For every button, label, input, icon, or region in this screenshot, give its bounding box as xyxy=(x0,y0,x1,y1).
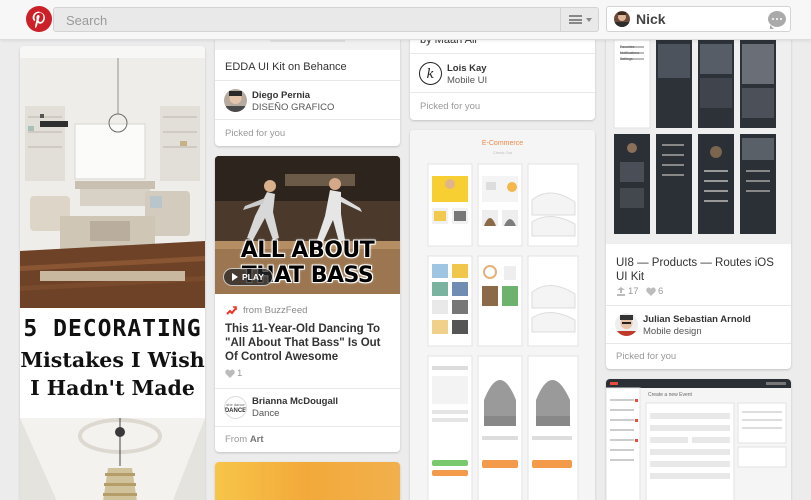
top-header: Nick xyxy=(0,0,811,40)
footer-prefix: From xyxy=(225,434,248,445)
pin-footer: Picked for you xyxy=(616,351,677,362)
pin-headline: 5 DECORATING Mistakes I Wish I Hadn't Ma… xyxy=(20,308,205,418)
search-bar xyxy=(53,7,599,32)
avatar[interactable]: she dance DANCE xyxy=(224,396,247,419)
like-count: 1 xyxy=(237,368,243,379)
pinterest-logo-icon[interactable] xyxy=(26,6,52,32)
repin-icon[interactable] xyxy=(616,287,626,296)
pin-image-bottom xyxy=(20,418,205,500)
avatar[interactable] xyxy=(224,89,247,112)
divider xyxy=(215,388,400,389)
board-name[interactable]: Mobile design xyxy=(643,326,702,337)
avatar xyxy=(614,11,630,27)
pin-footer: From Art xyxy=(225,434,264,445)
heart-icon[interactable] xyxy=(646,287,656,296)
headline-line-3: I Hadn't Made xyxy=(30,376,195,400)
pin-ui8[interactable]: Favorites Notifications Settings UI8 — P… xyxy=(606,20,791,369)
divider xyxy=(606,305,791,306)
pin-source[interactable]: from BuzzFeed xyxy=(243,305,307,316)
like-count: 6 xyxy=(658,286,664,297)
pinner-name[interactable]: Julian Sebastian Arnold xyxy=(643,314,751,325)
board-name[interactable]: Mobile UI xyxy=(447,75,487,86)
pin-image: Create a new Event xyxy=(606,379,791,500)
svg-text:DANCE: DANCE xyxy=(225,408,246,414)
avatar[interactable]: k xyxy=(419,62,442,85)
user-name: Nick xyxy=(636,11,666,27)
messages-icon[interactable] xyxy=(768,11,786,29)
board-name[interactable]: Dance xyxy=(252,408,279,419)
footer-board[interactable]: Art xyxy=(250,434,264,445)
pinner-name[interactable]: Lois Kay xyxy=(447,63,487,74)
svg-text:k: k xyxy=(427,67,435,82)
search-menu-button[interactable] xyxy=(560,8,598,31)
pin-video[interactable]: ALL ABOUT THAT BASS PLAY from BuzzFeed T… xyxy=(215,156,400,452)
heart-icon[interactable] xyxy=(225,369,235,378)
pin-title[interactable]: EDDA UI Kit on Behance xyxy=(225,60,390,74)
image-title: E-Commerce xyxy=(481,140,524,147)
user-profile-button[interactable]: Nick xyxy=(606,6,791,32)
buzzfeed-icon xyxy=(226,306,237,315)
divider xyxy=(215,426,400,427)
svg-text:she dance: she dance xyxy=(226,402,245,407)
headline-line-2: Mistakes I Wish xyxy=(20,348,205,372)
pin-decorating[interactable]: 5 DECORATING Mistakes I Wish I Hadn't Ma… xyxy=(20,46,205,500)
pin-image: E-Commerce Check Out xyxy=(410,130,595,500)
pin-event[interactable]: Create a new Event xyxy=(606,379,791,500)
pin-orange[interactable] xyxy=(215,462,400,500)
avatar[interactable] xyxy=(615,313,638,336)
image-title: Create a new Event xyxy=(648,392,692,398)
divider xyxy=(410,92,595,93)
menu-icon xyxy=(569,15,582,24)
search-input[interactable] xyxy=(66,11,546,29)
image-menu-item: Settings xyxy=(620,57,633,61)
pin-image: Favorites Notifications Settings xyxy=(606,20,791,244)
pin-footer: Picked for you xyxy=(225,128,286,139)
pin-ecommerce[interactable]: E-Commerce Check Out xyxy=(410,130,595,500)
board-name[interactable]: DISEÑO GRAFICO xyxy=(252,102,334,113)
pin-title[interactable]: UI8 — Products — Routes iOS UI Kit xyxy=(616,256,781,284)
pinner-name[interactable]: Brianna McDougall xyxy=(252,396,338,407)
divider xyxy=(606,343,791,344)
pin-footer: Picked for you xyxy=(420,101,481,112)
pin-image xyxy=(215,462,400,500)
pinner-name[interactable]: Diego Pernia xyxy=(252,90,310,101)
play-button[interactable]: PLAY xyxy=(223,268,273,286)
repin-count: 17 xyxy=(628,286,639,297)
pin-title[interactable]: This 11-Year-Old Dancing To "All About T… xyxy=(225,322,393,364)
divider xyxy=(410,53,595,54)
divider xyxy=(215,80,400,81)
pin-image xyxy=(20,46,205,308)
headline-line-1: 5 DECORATING xyxy=(23,316,202,342)
divider xyxy=(215,119,400,120)
chevron-down-icon xyxy=(586,18,592,22)
video-thumbnail[interactable]: ALL ABOUT THAT BASS PLAY xyxy=(215,156,400,294)
